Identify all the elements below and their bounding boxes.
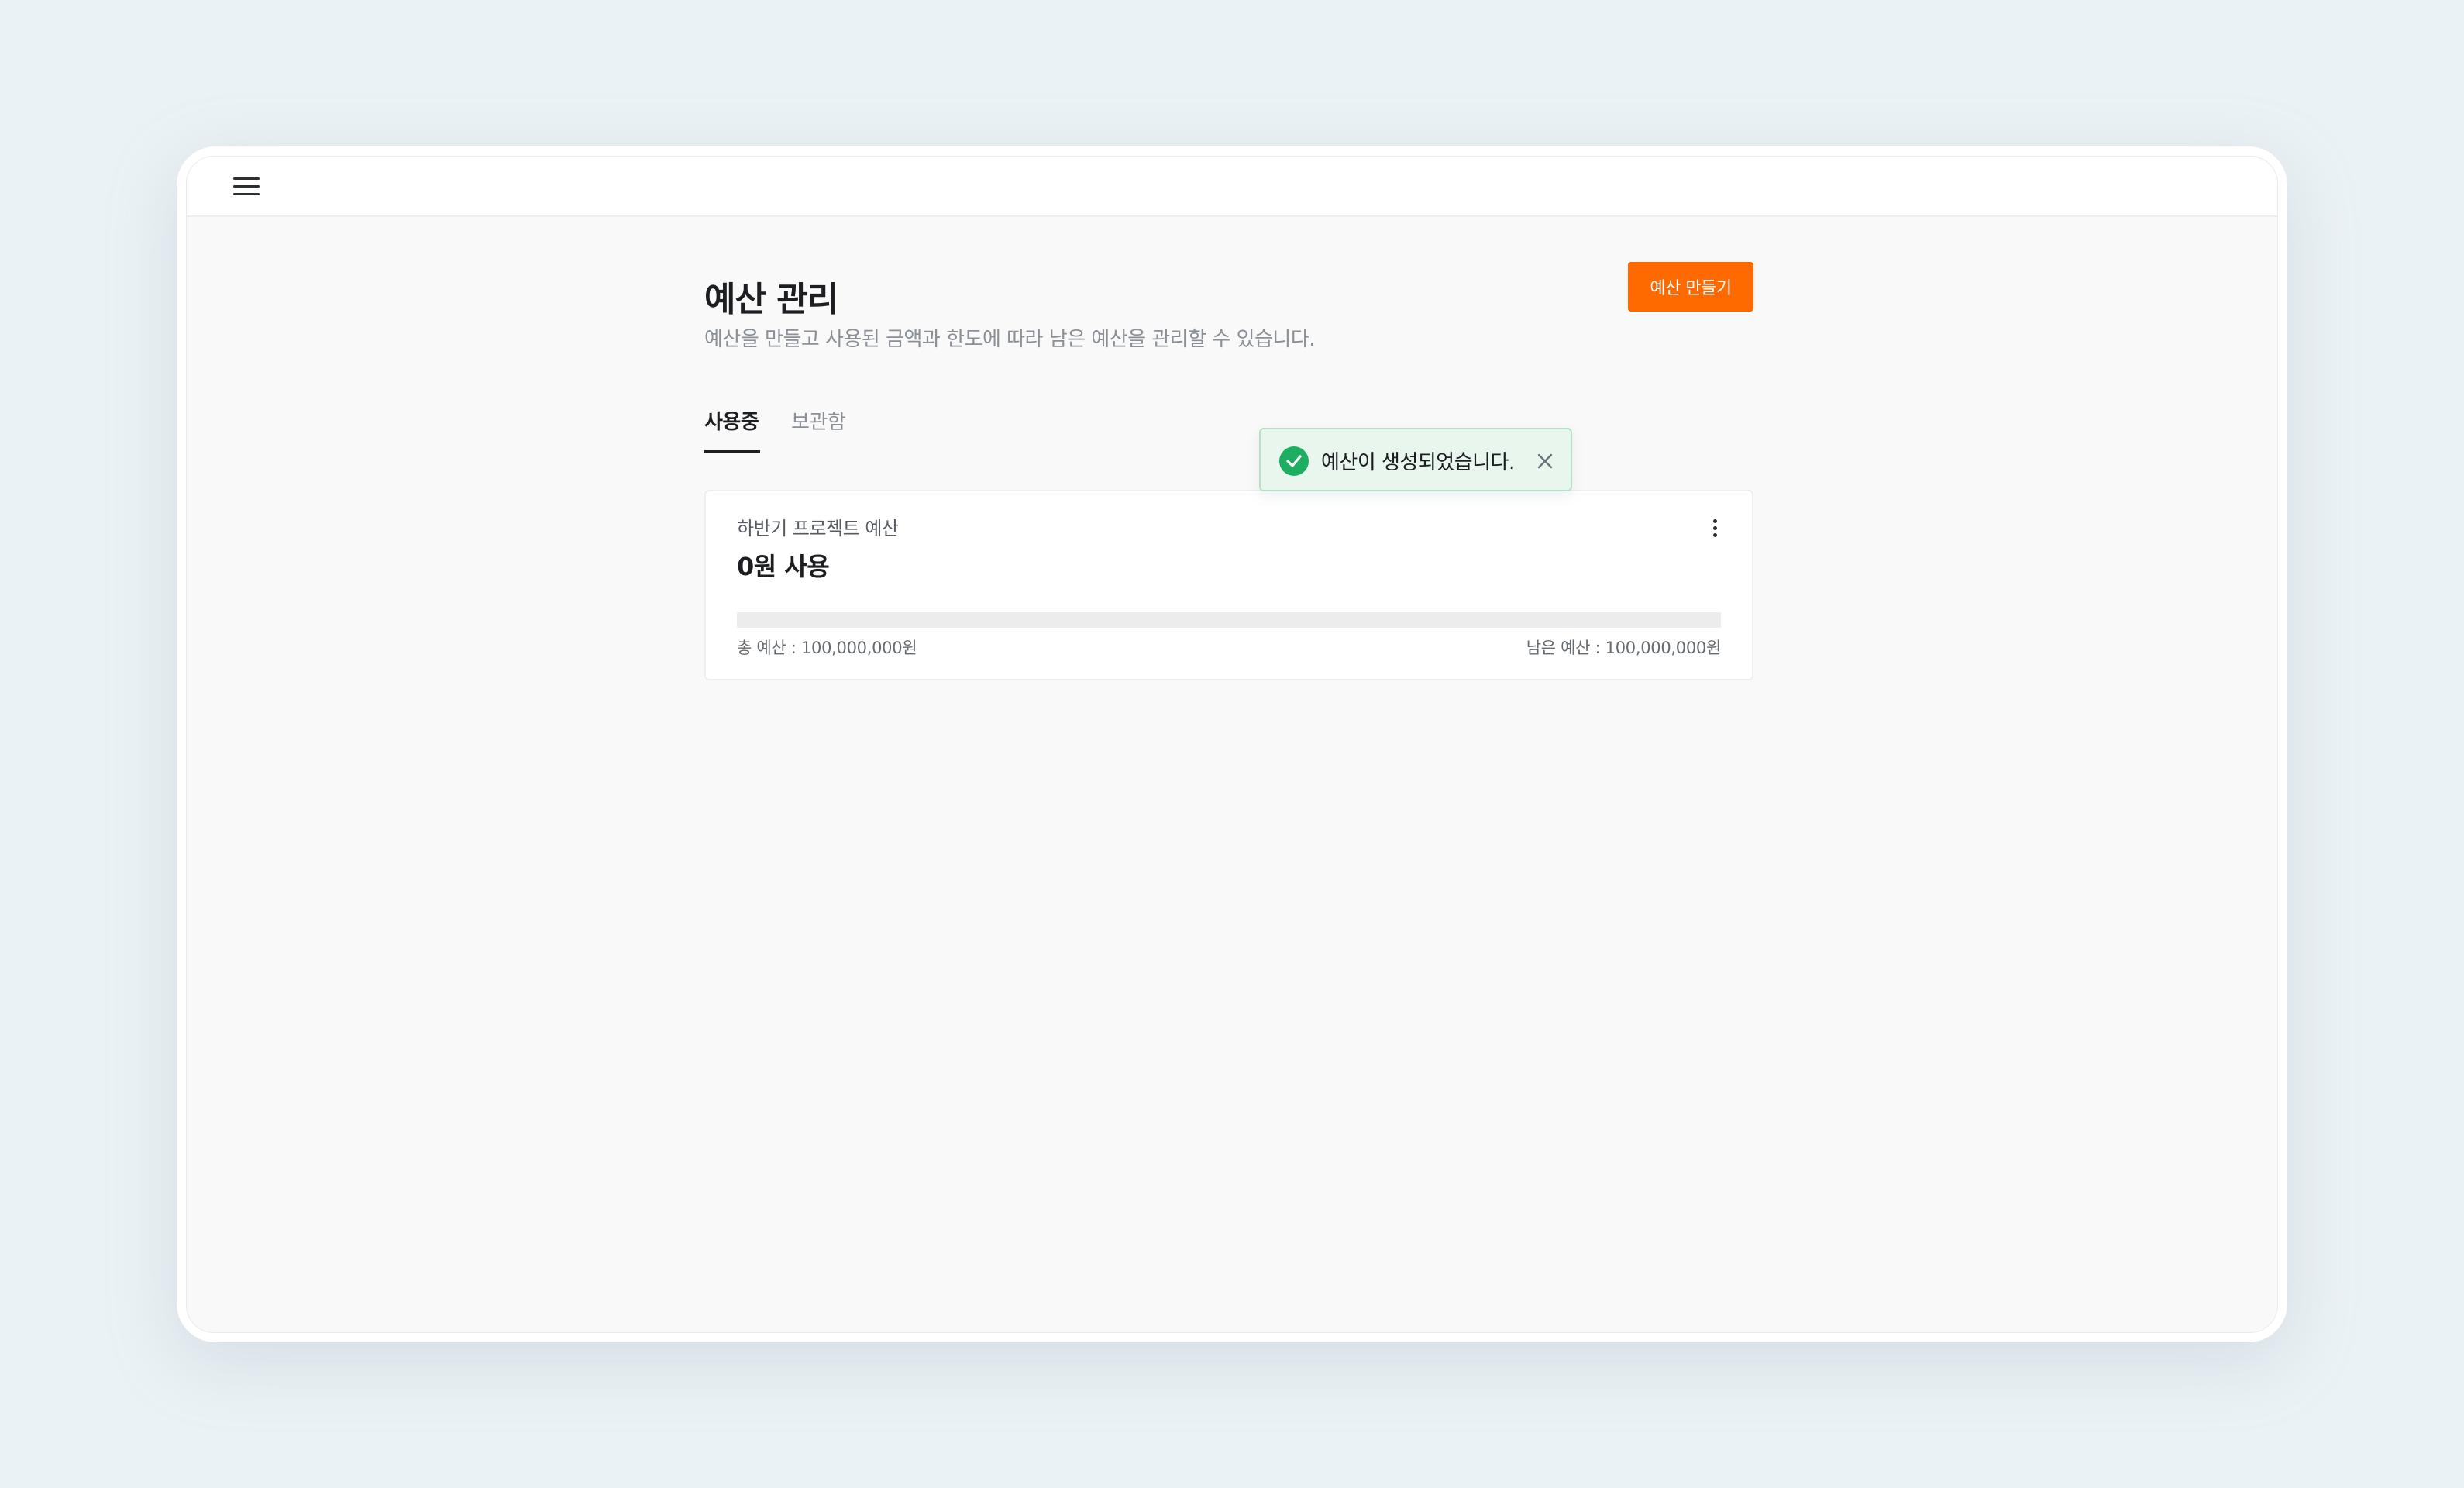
page-description: 예산을 만들고 사용된 금액과 한도에 따라 남은 예산을 관리할 수 있습니다…	[704, 328, 1316, 351]
tab-in-use[interactable]: 사용중	[704, 409, 760, 453]
budget-name: 하반기 프로젝트 예산	[737, 518, 899, 539]
check-circle-icon	[1279, 446, 1309, 476]
budget-card[interactable]: 하반기 프로젝트 예산 0원 사용 총 예산 : 100,000,000원 남은…	[704, 490, 1753, 680]
page-title: 예산 관리	[704, 280, 838, 319]
close-icon[interactable]	[1535, 451, 1555, 471]
success-toast: 예산이 생성되었습니다.	[1259, 428, 1572, 491]
device-frame: 예산 관리 예산을 만들고 사용된 금액과 한도에 따라 남은 예산을 관리할 …	[177, 146, 2287, 1342]
top-bar	[187, 157, 2277, 217]
remaining-budget-label: 남은 예산 : 100,000,000원	[1526, 639, 1722, 657]
hamburger-menu-icon[interactable]	[233, 177, 260, 197]
app-screen: 예산 관리 예산을 만들고 사용된 금액과 한도에 따라 남은 예산을 관리할 …	[186, 156, 2278, 1333]
budget-used-amount: 0원 사용	[737, 552, 830, 581]
tab-archive[interactable]: 보관함	[791, 409, 846, 453]
budget-progress-bar	[737, 612, 1721, 628]
more-vertical-icon[interactable]	[1705, 515, 1724, 542]
toast-message: 예산이 생성되었습니다.	[1321, 451, 1515, 474]
total-budget-label: 총 예산 : 100,000,000원	[737, 639, 917, 657]
create-budget-button[interactable]: 예산 만들기	[1628, 262, 1753, 312]
